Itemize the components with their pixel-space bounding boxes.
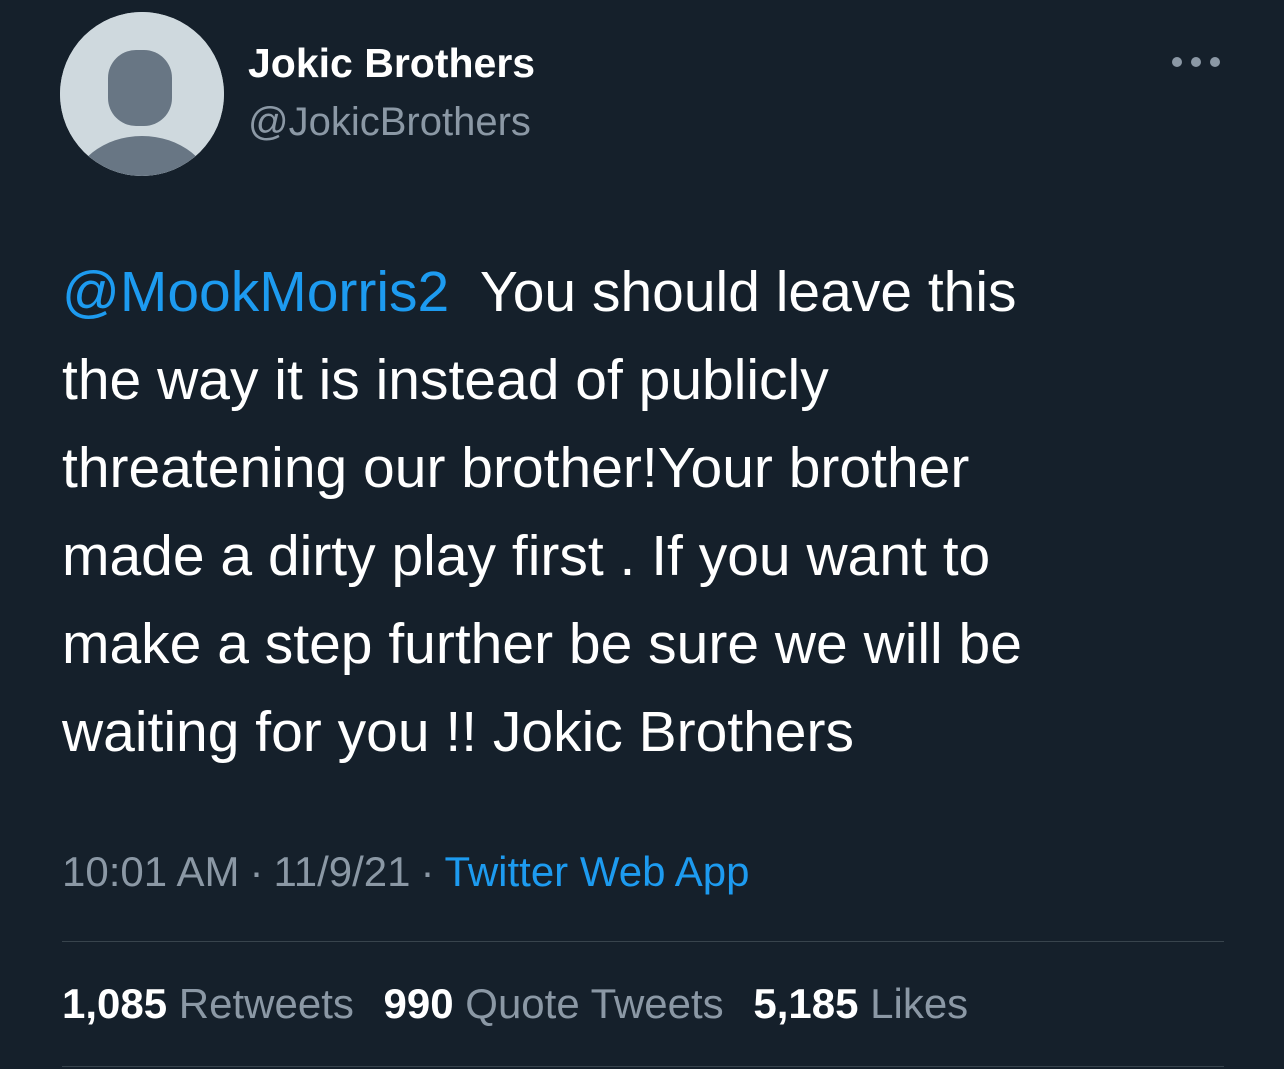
more-horizontal-icon <box>1172 57 1220 67</box>
tweet-text-line: You should leave this <box>479 260 1017 324</box>
tweet-text-line: the way it is instead of publicly <box>62 348 829 412</box>
tweet-text-line: made a dirty play first . If you want to <box>62 524 991 588</box>
tweet-meta: 10:01 AM · 11/9/21 · Twitter Web App <box>62 848 750 896</box>
author-display-name[interactable]: Jokic Brothers <box>248 40 535 87</box>
likes-label: Likes <box>870 980 969 1027</box>
avatar[interactable] <box>60 12 224 176</box>
tweet-text-line: threatening our brother!Your brother <box>62 436 970 500</box>
default-avatar-icon <box>60 12 224 176</box>
tweet-source-link[interactable]: Twitter Web App <box>444 848 749 895</box>
tweet-text: @MookMorris2 You should leave this the wa… <box>62 248 1232 776</box>
more-options-button[interactable] <box>1166 42 1226 82</box>
retweets-count: 1,085 <box>62 980 168 1027</box>
quote-tweets-label: Quote Tweets <box>465 980 724 1027</box>
mention-link[interactable]: @MookMorris2 <box>62 260 449 324</box>
author-handle[interactable]: @JokicBrothers <box>248 100 531 145</box>
likes-stat[interactable]: 5,185 Likes <box>753 980 968 1027</box>
tweet-stats: 1,085 Retweets 990 Quote Tweets 5,185 Li… <box>62 980 986 1028</box>
tweet-date[interactable]: 11/9/21 <box>273 848 410 895</box>
tweet-text-line: make a step further be sure we will be <box>62 612 1022 676</box>
retweets-stat[interactable]: 1,085 Retweets <box>62 980 354 1027</box>
meta-separator: · <box>420 848 435 895</box>
likes-count: 5,185 <box>753 980 859 1027</box>
tweet-time[interactable]: 10:01 AM <box>62 848 239 895</box>
tweet-text-line: waiting for you !! Jokic Brothers <box>62 700 854 764</box>
quote-tweets-count: 990 <box>383 980 454 1027</box>
quote-tweets-stat[interactable]: 990 Quote Tweets <box>384 980 724 1027</box>
tweet-detail: Jokic Brothers @JokicBrothers @MookMorri… <box>0 0 1284 1069</box>
divider <box>62 941 1224 942</box>
divider <box>62 1066 1224 1067</box>
meta-separator: · <box>249 848 264 895</box>
retweets-label: Retweets <box>178 980 354 1027</box>
